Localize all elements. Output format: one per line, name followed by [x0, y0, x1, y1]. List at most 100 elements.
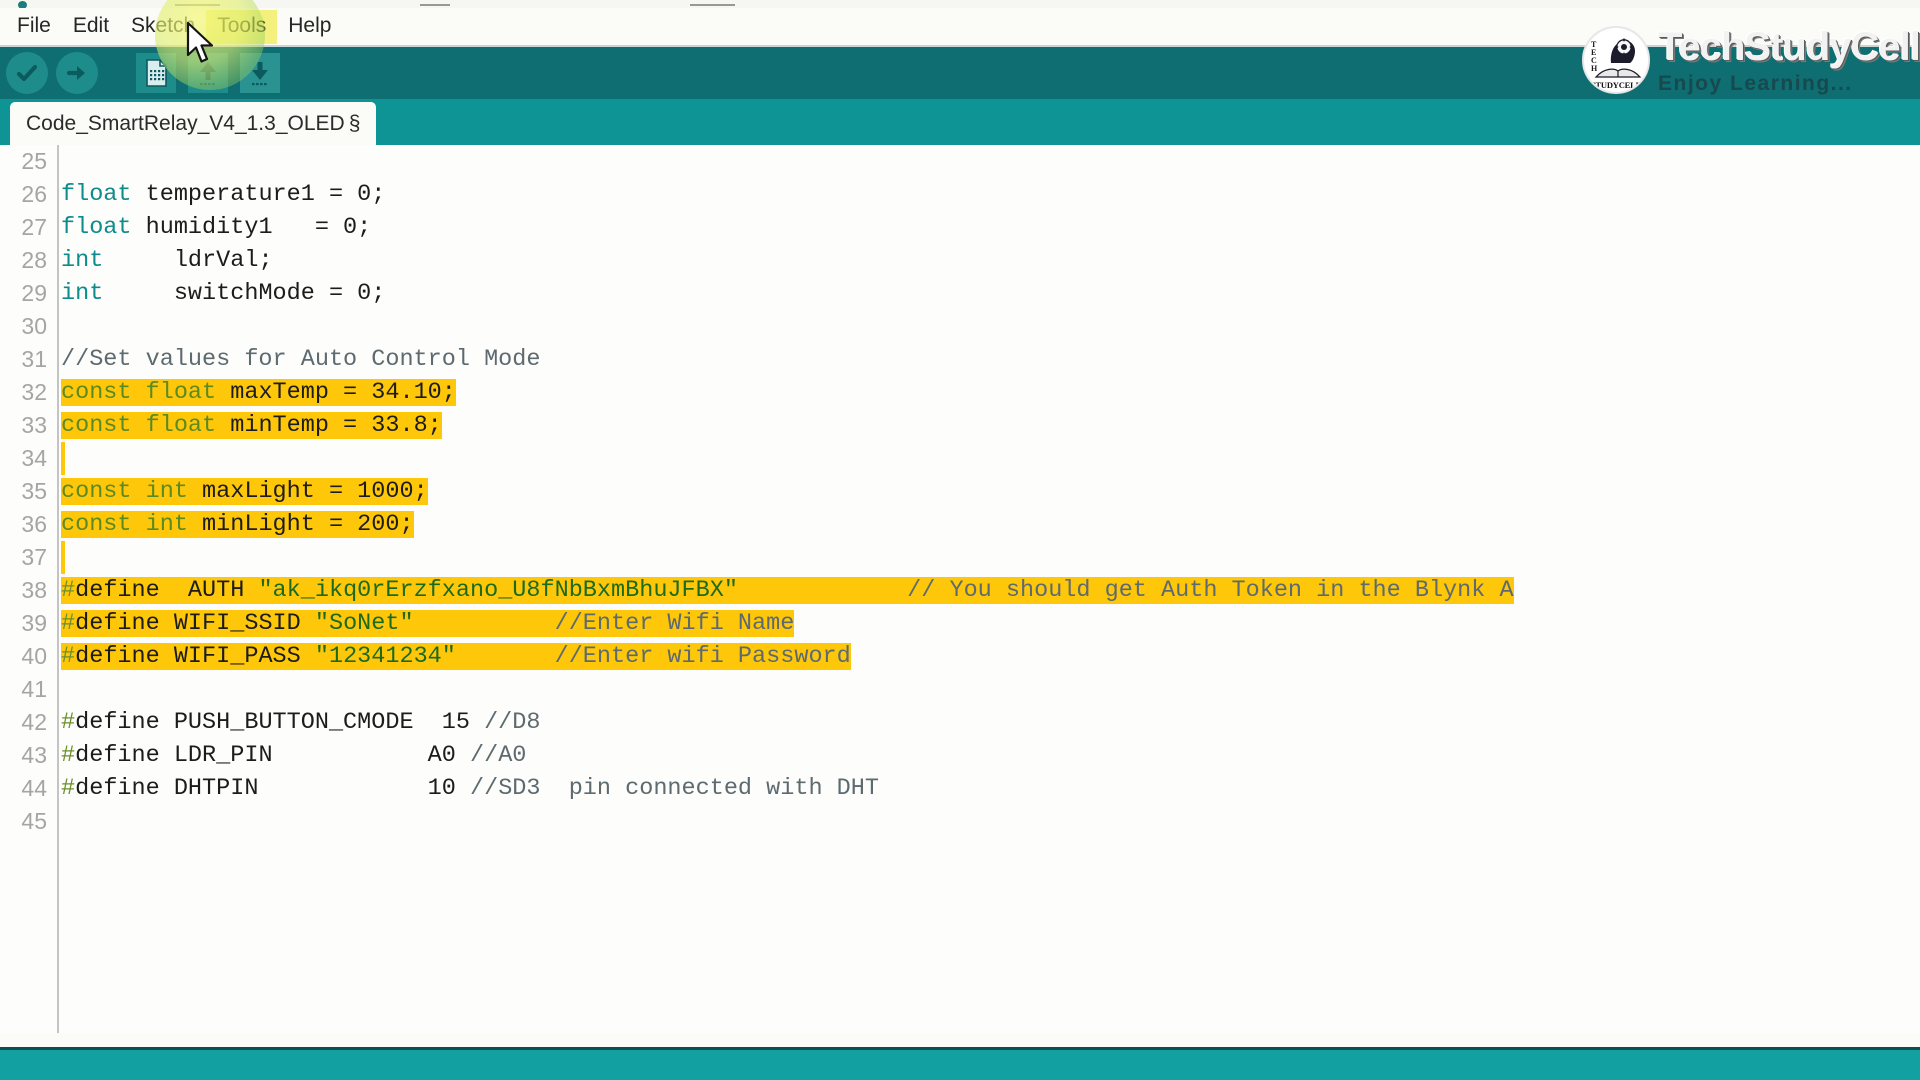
code-token: //Enter Wifi Name [414, 610, 795, 637]
menu-item-help[interactable]: Help [277, 10, 342, 44]
line-number: 39 [0, 607, 50, 640]
code-text: //Set values for Auto Control Mode [50, 343, 1920, 376]
code-line[interactable]: 34 [0, 442, 1920, 475]
code-line[interactable]: 27 float humidity1 = 0; [0, 211, 1920, 244]
code-token: minTemp = 33.8; [230, 412, 442, 439]
upload-button[interactable] [56, 52, 98, 94]
code-line[interactable]: 29int switchMode = 0; [0, 277, 1920, 310]
code-token: "ak_ikq0rErzfxano_U8fNbBxmBhuJFBX" [258, 577, 737, 604]
code-text: const int minLight = 200; [50, 508, 1920, 541]
code-token: define DHTPIN 10 [75, 775, 470, 802]
selection-highlight [61, 442, 65, 475]
selection-highlight: const float maxTemp = 34.10; [61, 379, 456, 406]
code-text: const float maxTemp = 34.10; [50, 376, 1920, 409]
code-token: humidity1 = 0; [146, 214, 372, 241]
code-text [50, 442, 1920, 475]
code-token: float [61, 181, 146, 208]
code-line[interactable]: 31//Set values for Auto Control Mode [0, 343, 1920, 376]
code-token: temperature1 = 0; [146, 181, 386, 208]
code-token: float [61, 214, 146, 241]
line-number: 40 [0, 640, 50, 673]
selection-highlight: const float minTemp = 33.8; [61, 412, 442, 439]
line-number: 26 [0, 178, 50, 211]
verify-button[interactable] [6, 52, 48, 94]
line-number: 30 [0, 310, 50, 343]
menu-item-tools[interactable]: Tools [206, 10, 277, 44]
tab-code-smartrelay[interactable]: Code_SmartRelay_V4_1.3_OLED § [10, 102, 376, 145]
line-number: 36 [0, 508, 50, 541]
code-line[interactable]: 45 [0, 805, 1920, 838]
selection-highlight: #define WIFI_PASS "12341234" //Enter wif… [61, 643, 851, 670]
line-number: 25 [0, 145, 50, 178]
line-number: 35 [0, 475, 50, 508]
code-text: const int maxLight = 1000; [50, 475, 1920, 508]
new-button[interactable] [136, 53, 176, 93]
code-token: const float [61, 379, 230, 406]
code-token: const float [61, 412, 230, 439]
open-button[interactable] [188, 53, 228, 93]
code-token: # [61, 709, 75, 736]
check-icon [14, 60, 40, 86]
code-line[interactable]: 42#define PUSH_BUTTON_CMODE 15 //D8 [0, 706, 1920, 739]
code-text: int switchMode = 0; [50, 277, 1920, 310]
code-line[interactable]: 39 #define WIFI_SSID "SoNet" //Enter Wifi… [0, 607, 1920, 640]
code-line[interactable]: 36 const int minLight = 200; [0, 508, 1920, 541]
code-line[interactable]: 26float temperature1 = 0; [0, 178, 1920, 211]
code-line[interactable]: 33 const float minTemp = 33.8; [0, 409, 1920, 442]
code-text: float temperature1 = 0; [50, 178, 1920, 211]
menu-bar: File Edit Sketch Tools Help [0, 8, 1920, 45]
code-token: maxTemp = 34.10; [230, 379, 456, 406]
tab-label: Code_SmartRelay_V4_1.3_OLED [26, 112, 345, 136]
line-number: 38 [0, 574, 50, 607]
code-text: #define AUTH "ak_ikq0rErzfxano_U8fNbBxmB… [50, 574, 1920, 607]
code-line[interactable]: 43#define LDR_PIN A0 //A0 [0, 739, 1920, 772]
line-number: 33 [0, 409, 50, 442]
code-token: # [61, 643, 75, 670]
line-number: 28 [0, 244, 50, 277]
save-button[interactable] [240, 53, 280, 93]
code-token: //SD3 pin connected with DHT [470, 775, 879, 802]
line-number: 27 [0, 211, 50, 244]
code-line[interactable]: 28 int ldrVal; [0, 244, 1920, 277]
code-line[interactable]: 30 [0, 310, 1920, 343]
code-line[interactable]: 44#define DHTPIN 10 //SD3 pin connected … [0, 772, 1920, 805]
code-token: ldrVal; [117, 247, 272, 274]
clipped-code-line: #define ... //D [0, 1033, 1920, 1047]
code-line[interactable]: 38 #define AUTH "ak_ikq0rErzfxano_U8fNbBx… [0, 574, 1920, 607]
code-editor[interactable]: 2526float temperature1 = 0;27float humid… [0, 145, 1920, 1047]
code-token: //Set values for Auto Control Mode [61, 346, 540, 373]
code-token: const int [61, 511, 202, 538]
selection-highlight: const int minLight = 200; [61, 511, 414, 538]
selection-highlight: #define AUTH "ak_ikq0rErzfxano_U8fNbBxmB… [61, 577, 1514, 604]
code-token: define PUSH_BUTTON_CMODE 15 [75, 709, 484, 736]
code-token: "12341234" [315, 643, 456, 670]
code-text: #define DHTPIN 10 //SD3 pin connected wi… [50, 772, 1920, 805]
arduino-ide-window: ——— —— ——— File Edit Sketch Tools Help [0, 0, 1920, 1080]
line-number: 45 [0, 805, 50, 838]
code-line[interactable]: 35const int maxLight = 1000; [0, 475, 1920, 508]
tab-modified-marker: § [349, 112, 361, 136]
code-line[interactable]: 41 [0, 673, 1920, 706]
toolbar [0, 45, 1920, 99]
menu-item-edit[interactable]: Edit [62, 10, 120, 44]
code-line[interactable]: 40 #define WIFI_PASS "12341234" //Enter w… [0, 640, 1920, 673]
code-rows-container: 2526float temperature1 = 0;27float humid… [0, 145, 1920, 838]
code-token: const int [61, 478, 202, 505]
code-token: int [61, 280, 117, 307]
code-line[interactable]: 37 [0, 541, 1920, 574]
code-token: // You should get Auth Token in the Blyn… [738, 577, 1514, 604]
selection-highlight: #define WIFI_SSID "SoNet" //Enter Wifi N… [61, 610, 794, 637]
line-number: 34 [0, 442, 50, 475]
code-token: define LDR_PIN A0 [75, 742, 470, 769]
code-token: define WIFI_SSID [75, 610, 315, 637]
code-token: int [61, 247, 117, 274]
line-number: 37 [0, 541, 50, 574]
menu-item-file[interactable]: File [6, 10, 62, 44]
menu-item-sketch[interactable]: Sketch [120, 10, 206, 44]
code-line[interactable]: 25 [0, 145, 1920, 178]
selection-highlight [61, 541, 65, 574]
code-line[interactable]: 32const float maxTemp = 34.10; [0, 376, 1920, 409]
code-token: # [61, 610, 75, 637]
code-token: define WIFI_PASS [75, 643, 315, 670]
code-text: #define WIFI_PASS "12341234" //Enter wif… [50, 640, 1920, 673]
